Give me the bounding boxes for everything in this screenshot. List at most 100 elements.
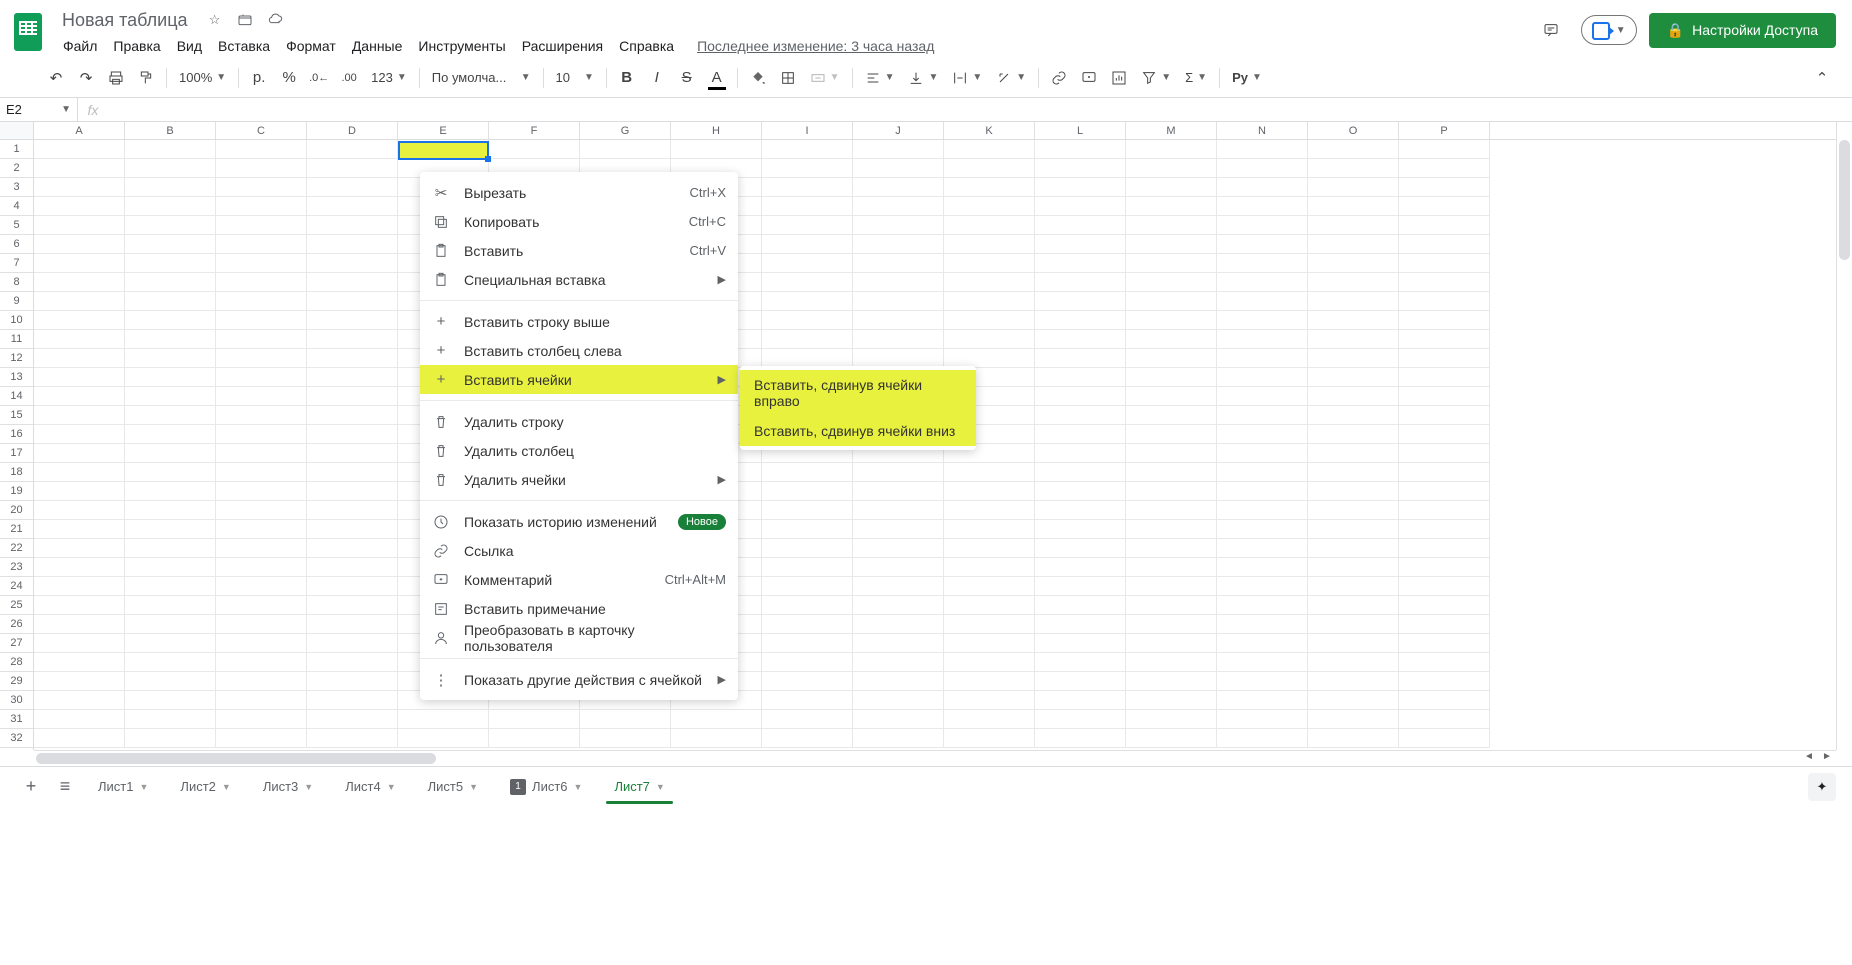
cell[interactable] xyxy=(1308,463,1399,482)
cell[interactable] xyxy=(1126,729,1217,748)
cell[interactable] xyxy=(216,254,307,273)
cell[interactable] xyxy=(1217,197,1308,216)
number-format-dropdown[interactable]: 123▼ xyxy=(365,64,413,92)
cell[interactable] xyxy=(1308,235,1399,254)
sheets-logo[interactable] xyxy=(8,12,48,52)
col-header[interactable]: M xyxy=(1126,122,1217,139)
col-header[interactable]: E xyxy=(398,122,489,139)
cell[interactable] xyxy=(1126,615,1217,634)
cell[interactable] xyxy=(307,368,398,387)
cell[interactable] xyxy=(1308,444,1399,463)
move-icon[interactable] xyxy=(236,11,254,29)
cell[interactable] xyxy=(125,178,216,197)
cell[interactable] xyxy=(853,159,944,178)
cell[interactable] xyxy=(1035,425,1126,444)
cell[interactable] xyxy=(1399,539,1490,558)
cell[interactable] xyxy=(853,235,944,254)
col-header[interactable]: K xyxy=(944,122,1035,139)
strike-button[interactable]: S xyxy=(673,64,701,92)
cell[interactable] xyxy=(34,330,125,349)
cell[interactable] xyxy=(1035,197,1126,216)
cell[interactable] xyxy=(1399,292,1490,311)
cell[interactable] xyxy=(307,254,398,273)
text-color-button[interactable]: A xyxy=(703,64,731,92)
cell[interactable] xyxy=(125,406,216,425)
row-header[interactable]: 3 xyxy=(0,178,33,197)
cell[interactable] xyxy=(34,672,125,691)
cell[interactable] xyxy=(1035,482,1126,501)
cell[interactable] xyxy=(762,254,853,273)
cell[interactable] xyxy=(307,178,398,197)
cell[interactable] xyxy=(307,216,398,235)
cell[interactable] xyxy=(125,140,216,159)
row-header[interactable]: 28 xyxy=(0,653,33,672)
cell[interactable] xyxy=(307,292,398,311)
cell[interactable] xyxy=(1217,482,1308,501)
cell[interactable] xyxy=(853,710,944,729)
filter-button[interactable]: ▼ xyxy=(1135,64,1177,92)
row-header[interactable]: 5 xyxy=(0,216,33,235)
cell[interactable] xyxy=(1217,710,1308,729)
cell[interactable] xyxy=(762,159,853,178)
cell[interactable] xyxy=(1308,349,1399,368)
cell[interactable] xyxy=(1217,330,1308,349)
cell[interactable] xyxy=(1308,140,1399,159)
cell[interactable] xyxy=(1217,615,1308,634)
all-sheets-button[interactable]: ≡ xyxy=(50,772,80,802)
sheet-tab[interactable]: Лист7▼ xyxy=(600,771,678,803)
row-header[interactable]: 18 xyxy=(0,463,33,482)
scroll-left-icon[interactable]: ◄ xyxy=(1800,751,1818,765)
cell[interactable] xyxy=(853,311,944,330)
cell[interactable] xyxy=(1035,330,1126,349)
cell[interactable] xyxy=(489,710,580,729)
row-header[interactable]: 13 xyxy=(0,368,33,387)
cell[interactable] xyxy=(1308,292,1399,311)
cell[interactable] xyxy=(1217,368,1308,387)
cell[interactable] xyxy=(216,444,307,463)
cell[interactable] xyxy=(1399,558,1490,577)
cell[interactable] xyxy=(216,729,307,748)
cell[interactable] xyxy=(34,539,125,558)
cell[interactable] xyxy=(1399,140,1490,159)
cell[interactable] xyxy=(853,292,944,311)
cell[interactable] xyxy=(762,634,853,653)
cell[interactable] xyxy=(34,216,125,235)
cell[interactable] xyxy=(1399,653,1490,672)
cell[interactable] xyxy=(1399,216,1490,235)
cell[interactable] xyxy=(1035,178,1126,197)
cell[interactable] xyxy=(1308,482,1399,501)
cell[interactable] xyxy=(1035,273,1126,292)
cell[interactable] xyxy=(671,710,762,729)
cell[interactable] xyxy=(307,596,398,615)
menu-data[interactable]: Данные xyxy=(345,34,410,58)
cell[interactable] xyxy=(398,729,489,748)
cell[interactable] xyxy=(307,330,398,349)
row-header[interactable]: 24 xyxy=(0,577,33,596)
cell[interactable] xyxy=(34,482,125,501)
cell[interactable] xyxy=(853,273,944,292)
row-header[interactable]: 21 xyxy=(0,520,33,539)
wrap-button[interactable]: ▼ xyxy=(946,64,988,92)
cm-history[interactable]: Показать историю измененийНовое xyxy=(420,507,738,536)
cell[interactable] xyxy=(216,577,307,596)
cell[interactable] xyxy=(1217,254,1308,273)
cell[interactable] xyxy=(216,672,307,691)
cell[interactable] xyxy=(853,558,944,577)
cell[interactable] xyxy=(1126,178,1217,197)
cell[interactable] xyxy=(34,520,125,539)
cell[interactable] xyxy=(216,235,307,254)
menu-insert[interactable]: Вставка xyxy=(211,34,277,58)
cell[interactable] xyxy=(853,729,944,748)
cell[interactable] xyxy=(125,444,216,463)
cell[interactable] xyxy=(216,539,307,558)
cell[interactable] xyxy=(1126,425,1217,444)
row-header[interactable]: 1 xyxy=(0,140,33,159)
cell[interactable] xyxy=(125,254,216,273)
sheet-tab[interactable]: Лист2▼ xyxy=(166,771,244,803)
cell[interactable] xyxy=(1399,729,1490,748)
cell[interactable] xyxy=(307,311,398,330)
cell[interactable] xyxy=(1217,235,1308,254)
cell[interactable] xyxy=(1308,729,1399,748)
cell[interactable] xyxy=(216,558,307,577)
cell[interactable] xyxy=(1399,368,1490,387)
